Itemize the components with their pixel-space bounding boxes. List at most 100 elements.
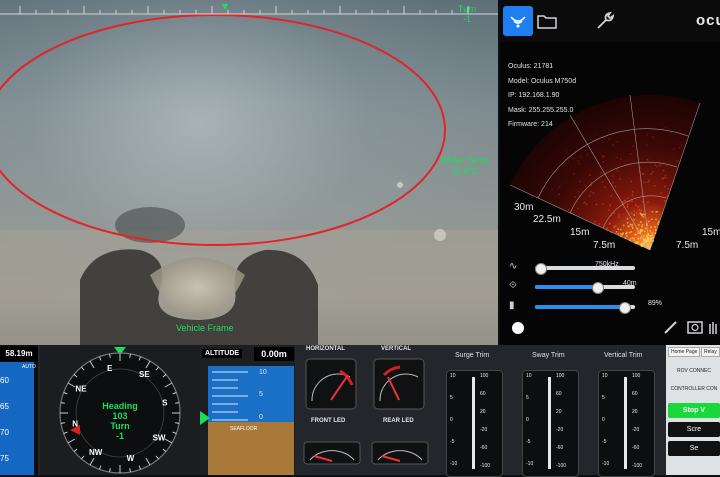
altitude-value: 0.00m	[254, 347, 294, 361]
sonar-return	[631, 223, 633, 226]
rear-led-gauge	[371, 441, 429, 465]
hand-icon[interactable]	[709, 322, 717, 334]
vertical-gauge-title: VERTICAL	[381, 346, 411, 352]
rear-led-title: REAR LED	[383, 418, 414, 424]
sonar-return	[592, 192, 595, 194]
range-label: 7.5m	[676, 240, 699, 251]
sonar-return	[643, 239, 645, 241]
altitude-gauge	[208, 366, 294, 422]
horizontal-gauge-title: HORIZONTAL	[306, 346, 345, 352]
settings-button[interactable]: Se	[668, 441, 720, 456]
trim-scale-left: -10	[602, 461, 610, 467]
sonar-return	[647, 201, 649, 204]
trim-scale-left: -10	[526, 461, 534, 467]
sonar-return	[630, 231, 633, 233]
sonar-return	[655, 218, 657, 221]
sonar-return	[649, 237, 652, 240]
stop-video-button[interactable]: Stop V	[668, 403, 720, 418]
sonar-return	[641, 224, 644, 226]
sonar-return	[626, 222, 629, 224]
sonar-return	[590, 181, 592, 184]
sonar-return	[602, 156, 604, 159]
sonar-return	[620, 233, 622, 235]
sonar-return	[635, 204, 637, 206]
sonar-return	[576, 148, 578, 150]
gain-value: 89%	[648, 300, 663, 307]
annotation-ellipse	[0, 14, 446, 246]
sonar-return	[617, 232, 620, 235]
sonar-return	[641, 215, 643, 217]
screenshot-button[interactable]: Scre	[668, 422, 720, 437]
frequency-slider[interactable]: ∿ 750kHz	[505, 261, 715, 275]
sonar-return	[625, 164, 627, 166]
wrench-icon[interactable]	[590, 6, 620, 36]
record-icon[interactable]	[512, 322, 524, 334]
compass-cardinal: S	[162, 399, 168, 408]
sonar-return	[594, 220, 596, 223]
sonar-return	[639, 231, 642, 234]
sonar-return	[637, 205, 640, 208]
sonar-return	[574, 196, 576, 198]
trim-scale-right: 60	[480, 391, 486, 397]
sonar-return	[637, 237, 640, 240]
range-knob[interactable]	[592, 282, 604, 294]
sonar-return	[654, 164, 657, 166]
frequency-knob[interactable]	[535, 263, 547, 275]
range-track[interactable]	[535, 282, 635, 294]
sonar-return	[640, 243, 642, 246]
sonar-return	[565, 164, 567, 167]
sonar-return	[662, 121, 665, 124]
horizontal-gauge	[305, 358, 357, 410]
trim-scale-right: 100	[480, 373, 489, 379]
sonar-return	[647, 181, 649, 183]
folder-icon[interactable]	[532, 6, 562, 36]
pen-icon[interactable]	[664, 321, 677, 334]
sonar-return	[594, 139, 597, 141]
sonar-fan-display[interactable]	[500, 85, 720, 255]
range-slider[interactable]: ⟐ 40m	[505, 280, 715, 294]
sonar-return	[641, 225, 643, 228]
sonar-return	[617, 228, 619, 230]
sonar-return	[644, 227, 647, 230]
water-temp-readout: Water Temp 15.8°C	[440, 155, 490, 177]
compass-tick	[129, 353, 131, 358]
sonar-return	[608, 209, 610, 212]
depth-tick: 60	[0, 376, 9, 385]
sonar-return	[645, 241, 648, 243]
camera-icon[interactable]	[687, 321, 703, 334]
sonar-return	[626, 217, 629, 220]
sonar-return	[573, 173, 575, 175]
sonar-return	[588, 195, 591, 197]
sonar-icon[interactable]	[503, 6, 533, 36]
tab-relay[interactable]: Relay	[701, 347, 720, 357]
gain-slider[interactable]: ▮ 89%	[505, 300, 715, 314]
sonar-return	[551, 169, 554, 171]
gain-fill	[535, 305, 624, 309]
frequency-track[interactable]	[535, 263, 635, 275]
sonar-return	[649, 230, 652, 232]
sonar-return	[614, 185, 617, 188]
trim-scale-left: 0	[450, 417, 453, 423]
sonar-return	[651, 237, 653, 239]
sonar-return	[636, 227, 638, 230]
gain-knob[interactable]	[619, 302, 631, 314]
range-label: 15m	[702, 227, 720, 238]
sonar-return	[599, 172, 602, 174]
tab-home-page[interactable]: Home Page	[668, 347, 701, 357]
sonar-return	[631, 237, 633, 239]
trim-scale-right: -100	[632, 463, 643, 469]
sonar-return	[616, 156, 618, 159]
sonar-return	[678, 147, 681, 149]
sonar-return	[654, 232, 657, 234]
sonar-bottom-tools	[500, 318, 720, 338]
sonar-return	[625, 232, 628, 234]
gain-track[interactable]	[535, 302, 635, 314]
sonar-return	[646, 159, 649, 161]
sonar-return	[637, 232, 639, 235]
front-led-gauge	[303, 441, 361, 465]
sonar-return	[613, 212, 615, 215]
sonar-return	[584, 201, 586, 204]
sonar-return	[637, 230, 640, 233]
depth-mode: AUTO	[22, 364, 36, 370]
sonar-return	[632, 191, 634, 193]
